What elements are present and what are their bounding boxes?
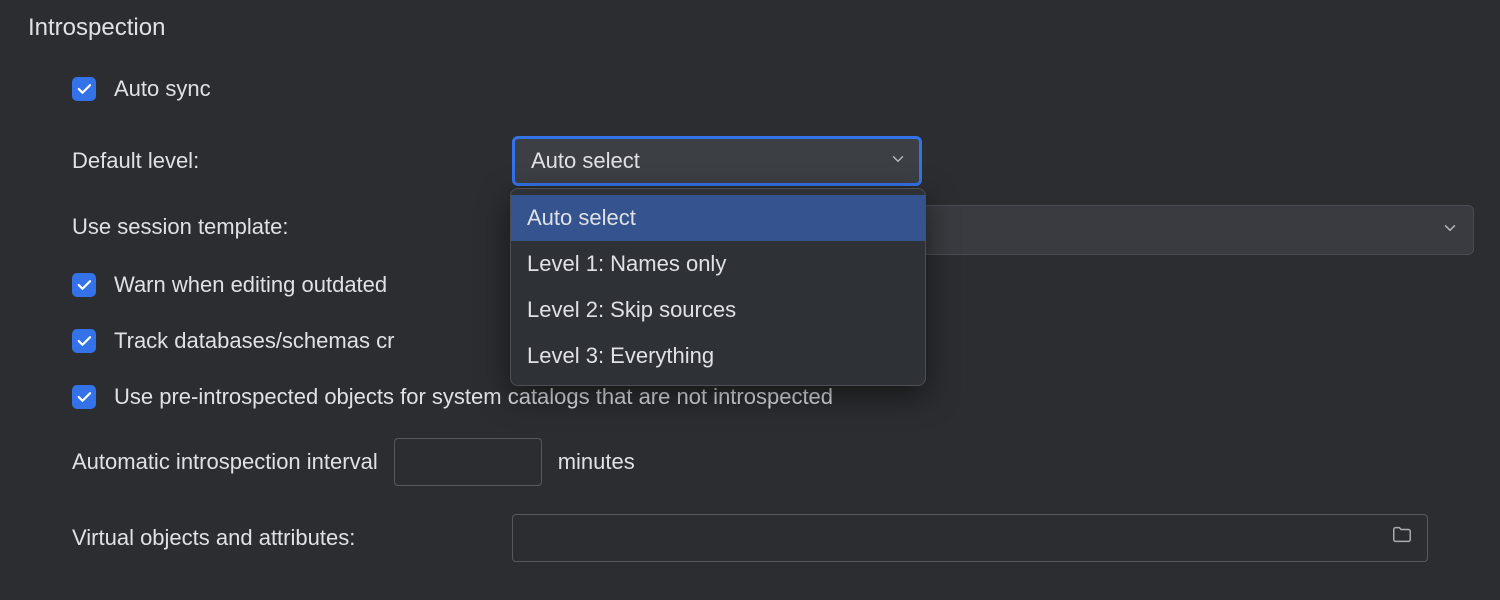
track-creation-checkbox[interactable] <box>72 329 96 353</box>
auto-sync-checkbox[interactable] <box>72 77 96 101</box>
chevron-down-icon <box>889 148 907 174</box>
check-icon <box>75 332 93 350</box>
virtual-objects-input[interactable] <box>512 514 1428 562</box>
virtual-objects-label: Virtual objects and attributes: <box>72 525 512 551</box>
interval-input[interactable] <box>394 438 542 486</box>
check-icon <box>75 276 93 294</box>
warn-outdated-checkbox[interactable] <box>72 273 96 297</box>
folder-icon[interactable] <box>1391 524 1413 552</box>
check-icon <box>75 80 93 98</box>
section-title: Introspection <box>0 0 1500 42</box>
dropdown-option-level-3[interactable]: Level 3: Everything <box>511 333 925 379</box>
interval-unit: minutes <box>558 449 635 475</box>
default-level-dropdown[interactable]: Auto select Level 1: Names only Level 2:… <box>510 188 926 386</box>
default-level-label: Default level: <box>72 148 512 174</box>
default-level-value: Auto select <box>531 148 640 174</box>
dropdown-option-level-1[interactable]: Level 1: Names only <box>511 241 925 287</box>
default-level-combo[interactable]: Auto select <box>512 136 922 186</box>
session-template-label: Use session template: <box>72 214 512 240</box>
chevron-down-icon <box>1441 217 1459 243</box>
dropdown-option-level-2[interactable]: Level 2: Skip sources <box>511 287 925 333</box>
interval-label: Automatic introspection interval <box>72 449 378 475</box>
pre-introspected-checkbox[interactable] <box>72 385 96 409</box>
pre-introspected-label: Use pre-introspected objects for system … <box>114 384 833 410</box>
track-creation-label: Track databases/schemas cr <box>114 328 394 354</box>
auto-sync-label: Auto sync <box>114 76 211 102</box>
dropdown-option-auto-select[interactable]: Auto select <box>511 195 925 241</box>
warn-outdated-label: Warn when editing outdated <box>114 272 387 298</box>
check-icon <box>75 388 93 406</box>
